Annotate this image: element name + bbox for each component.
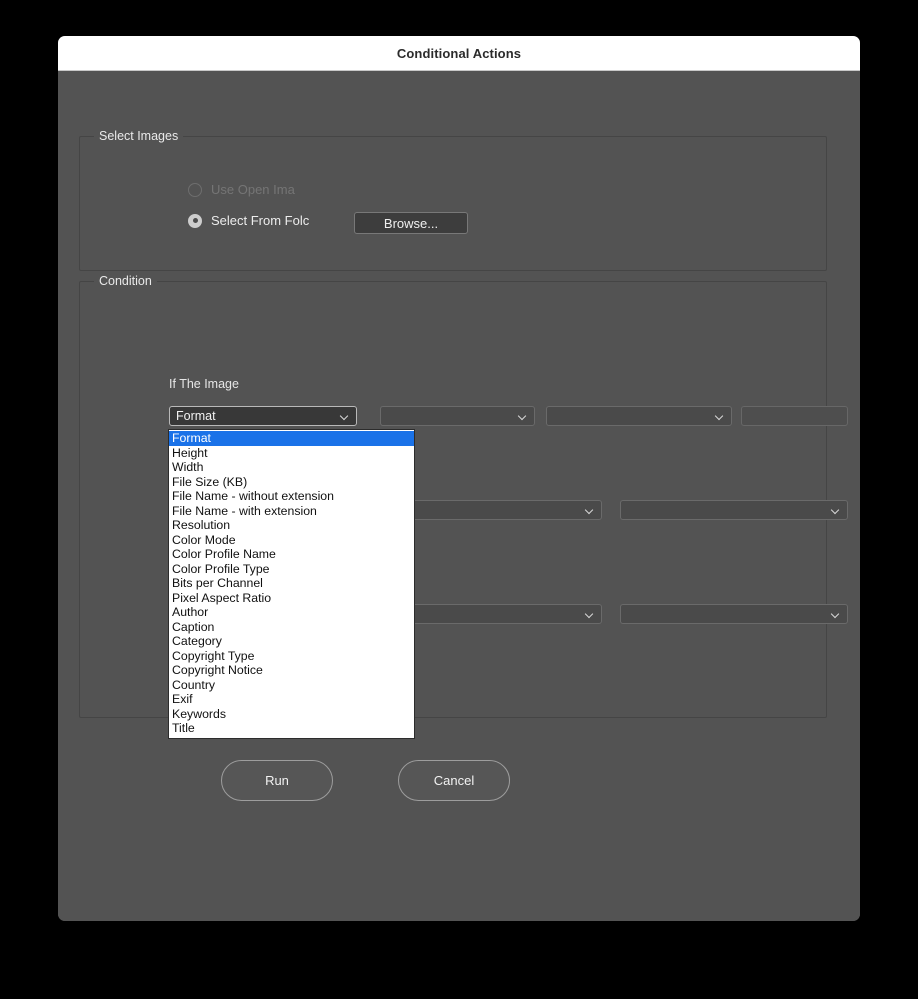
titlebar: Conditional Actions: [58, 36, 860, 71]
select-images-group-title: Select Images: [94, 129, 183, 143]
criteria-dropdown-item[interactable]: Bits per Channel: [169, 576, 414, 591]
criteria-dropdown-item[interactable]: Title: [169, 721, 414, 736]
condition-group-title: Condition: [94, 274, 157, 288]
criteria-dropdown-item[interactable]: Caption: [169, 620, 414, 635]
criteria-dropdown-item[interactable]: Color Profile Name: [169, 547, 414, 562]
chevron-down-icon: [715, 411, 725, 421]
chevron-down-icon: [340, 411, 350, 421]
value-combobox[interactable]: [546, 406, 732, 426]
criteria-combobox[interactable]: Format: [169, 406, 357, 426]
criteria-dropdown-item[interactable]: Width: [169, 460, 414, 475]
then-action-combobox[interactable]: [620, 500, 848, 520]
operator-combobox[interactable]: [380, 406, 535, 426]
window-title: Conditional Actions: [397, 46, 521, 61]
criteria-dropdown-item[interactable]: Country: [169, 678, 414, 693]
criteria-dropdown-item[interactable]: Color Mode: [169, 533, 414, 548]
criteria-dropdown-item[interactable]: Format: [169, 431, 414, 446]
radio-select-from-folder-label: Select From Folc: [211, 213, 319, 228]
criteria-dropdown-item[interactable]: File Name - without extension: [169, 489, 414, 504]
select-images-groupbox: Select Images Use Open Ima Select From F…: [79, 136, 827, 271]
criteria-dropdown-item[interactable]: Height: [169, 446, 414, 461]
criteria-dropdown-item[interactable]: Copyright Type: [169, 649, 414, 664]
else-action-combobox[interactable]: [620, 604, 848, 624]
criteria-dropdown-item[interactable]: File Size (KB): [169, 475, 414, 490]
criteria-dropdown-item[interactable]: Exif: [169, 692, 414, 707]
criteria-dropdown-item[interactable]: Resolution: [169, 518, 414, 533]
radio-select-from-folder[interactable]: Select From Folc: [188, 213, 319, 228]
cancel-button[interactable]: Cancel: [398, 760, 510, 801]
browse-button[interactable]: Browse...: [354, 212, 468, 234]
conditional-actions-dialog: Conditional Actions Select Images Use Op…: [58, 36, 860, 921]
criteria-dropdown-item[interactable]: Color Profile Type: [169, 562, 414, 577]
criteria-dropdown-item[interactable]: Author: [169, 605, 414, 620]
chevron-down-icon: [585, 609, 595, 619]
criteria-dropdown-item[interactable]: Pixel Aspect Ratio: [169, 591, 414, 606]
criteria-dropdown-item[interactable]: Category: [169, 634, 414, 649]
radio-circle-icon: [188, 183, 202, 197]
criteria-dropdown-item[interactable]: Copyright Notice: [169, 663, 414, 678]
run-button[interactable]: Run: [221, 760, 333, 801]
radio-use-open-images[interactable]: Use Open Ima: [188, 182, 317, 197]
criteria-dropdown-popup[interactable]: FormatHeightWidthFile Size (KB)File Name…: [168, 429, 415, 739]
dialog-body: Select Images Use Open Ima Select From F…: [58, 71, 860, 921]
chevron-down-icon: [831, 505, 841, 515]
criteria-combobox-value: Format: [176, 409, 340, 423]
if-the-image-label: If The Image: [169, 377, 239, 391]
radio-use-open-images-label: Use Open Ima: [211, 182, 317, 197]
chevron-down-icon: [518, 411, 528, 421]
chevron-down-icon: [585, 505, 595, 515]
criteria-dropdown-item[interactable]: Keywords: [169, 707, 414, 722]
chevron-down-icon: [831, 609, 841, 619]
criteria-dropdown-item[interactable]: File Name - with extension: [169, 504, 414, 519]
value-text-input[interactable]: [741, 406, 848, 426]
radio-circle-selected-icon: [188, 214, 202, 228]
